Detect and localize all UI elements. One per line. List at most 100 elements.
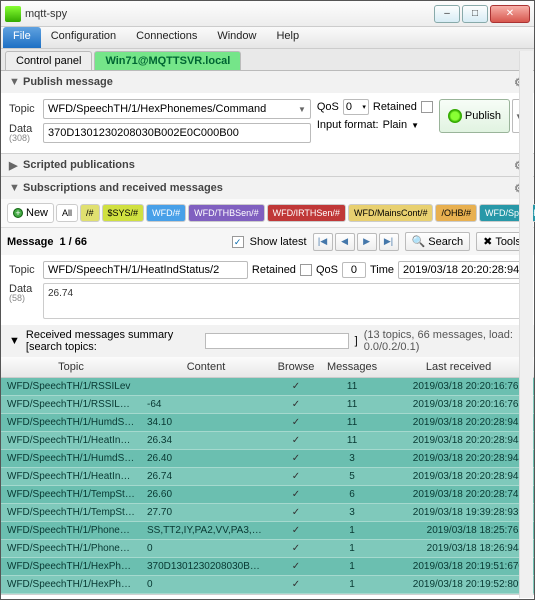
- cell-content: 0: [141, 576, 271, 594]
- qos-select[interactable]: 0▾: [343, 99, 369, 115]
- table-row[interactable]: WFD/SpeechTH/1/HeatIndStat...26.74✓52019…: [1, 468, 534, 486]
- cell-browse[interactable]: ✓: [271, 396, 321, 414]
- filter-tab[interactable]: WFD/#: [146, 204, 186, 222]
- chevron-down-icon[interactable]: ▼: [411, 121, 419, 130]
- topic-input[interactable]: WFD/SpeechTH/1/HexPhonemes/Command▼: [43, 99, 311, 119]
- message-bar: Message 1 / 66 ✓ Show latest |◀ ◀ ▶ ▶| 🔍…: [1, 227, 534, 255]
- cell-last: 2019/03/18 20:19:52:809: [383, 576, 534, 594]
- cell-browse[interactable]: ✓: [271, 414, 321, 432]
- publish-title: Publish message: [23, 76, 113, 88]
- table-row[interactable]: WFD/SpeechTH/1/HumdStatus/134.10✓112019/…: [1, 414, 534, 432]
- close-button[interactable]: ✕: [490, 5, 530, 23]
- table-row[interactable]: WFD/SpeechTH/1/HexPhonem...0✓12019/03/18…: [1, 576, 534, 594]
- collapse-icon[interactable]: ▼: [9, 335, 20, 347]
- cell-last: 2019/03/18 19:39:28:939: [383, 504, 534, 522]
- cell-browse[interactable]: ✓: [271, 486, 321, 504]
- prev-button[interactable]: ◀: [335, 233, 355, 251]
- table-row[interactable]: WFD/SpeechTH/1/Phonemes/C...SS,TT2,IY,PA…: [1, 522, 534, 540]
- cell-topic: WFD/SpeechTH/1/RSSILev: [1, 378, 141, 396]
- format-label: Input format:: [317, 119, 379, 131]
- messages-table: Topic Content Browse Messages Last recei…: [1, 357, 534, 594]
- scrollbar[interactable]: [519, 51, 533, 598]
- detail-qos-label: QoS: [316, 264, 338, 276]
- table-row[interactable]: WFD/SpeechTH/1/TempStatus/227.70✓32019/0…: [1, 504, 534, 522]
- search-icon: 🔍: [412, 235, 426, 248]
- filter-tab[interactable]: $SYS/#: [102, 204, 145, 222]
- cell-messages: 5: [321, 468, 383, 486]
- cell-browse[interactable]: ✓: [271, 504, 321, 522]
- cell-messages: 11: [321, 396, 383, 414]
- tab-control-panel[interactable]: Control panel: [5, 51, 92, 70]
- data-label: Data(308): [9, 123, 39, 143]
- table-row[interactable]: WFD/SpeechTH/1/HeatIndStat...26.34✓11201…: [1, 432, 534, 450]
- showlatest-checkbox[interactable]: ✓: [232, 236, 244, 248]
- cell-topic: WFD/SpeechTH/1/HexPhonem...: [1, 558, 141, 576]
- col-topic[interactable]: Topic: [1, 357, 141, 378]
- cell-browse[interactable]: ✓: [271, 450, 321, 468]
- cell-browse[interactable]: ✓: [271, 468, 321, 486]
- cell-browse[interactable]: ✓: [271, 558, 321, 576]
- next-button[interactable]: ▶: [357, 233, 377, 251]
- filter-all[interactable]: All: [56, 204, 78, 222]
- detail-topic-label: Topic: [9, 264, 39, 276]
- cell-messages: 3: [321, 504, 383, 522]
- expand-icon[interactable]: ▶: [9, 159, 19, 172]
- cell-last: 2019/03/18 20:19:51:670: [383, 558, 534, 576]
- cell-content: 27.70: [141, 504, 271, 522]
- retained-checkbox[interactable]: [421, 101, 433, 113]
- subscriptions-section: ▼ Subscriptions and received messages ⚙ …: [1, 177, 534, 595]
- search-button[interactable]: 🔍Search: [405, 232, 471, 251]
- cell-last: 2019/03/18 20:20:28:942: [383, 414, 534, 432]
- detail-retained-label: Retained: [252, 264, 296, 276]
- detail-data-label: Data(58): [9, 283, 39, 319]
- cell-browse[interactable]: ✓: [271, 522, 321, 540]
- menu-window[interactable]: Window: [207, 27, 266, 48]
- menu-configuration[interactable]: Configuration: [41, 27, 126, 48]
- filter-tab[interactable]: WFD/IRTHSen/#: [267, 204, 346, 222]
- data-input[interactable]: [43, 123, 311, 143]
- col-browse[interactable]: Browse: [271, 357, 321, 378]
- cell-browse[interactable]: ✓: [271, 432, 321, 450]
- cell-browse[interactable]: ✓: [271, 540, 321, 558]
- last-button[interactable]: ▶|: [379, 233, 399, 251]
- maximize-button[interactable]: □: [462, 5, 488, 23]
- cell-messages: 1: [321, 540, 383, 558]
- message-detail: Topic Retained QoS 0 Time Data(58) 26.74: [1, 255, 534, 325]
- cell-topic: WFD/SpeechTH/1/HumdStatus/2: [1, 450, 141, 468]
- subscriptions-title: Subscriptions and received messages: [23, 182, 223, 194]
- table-row[interactable]: WFD/SpeechTH/1/RSSILev✓112019/03/18 20:2…: [1, 378, 534, 396]
- table-row[interactable]: WFD/SpeechTH/1/HexPhonem...370D130123020…: [1, 558, 534, 576]
- col-messages[interactable]: Messages: [321, 357, 383, 378]
- table-row[interactable]: WFD/SpeechTH/1/HumdStatus/226.40✓32019/0…: [1, 450, 534, 468]
- filter-tab[interactable]: WFD/MainsCont/#: [348, 204, 434, 222]
- filter-tab[interactable]: WFD/THBSen/#: [188, 204, 265, 222]
- filter-tab[interactable]: /#: [80, 204, 100, 222]
- window-title: mqtt-spy: [25, 8, 434, 20]
- detail-topic[interactable]: [43, 261, 248, 279]
- table-row[interactable]: WFD/SpeechTH/1/TempStatus/126.60✓62019/0…: [1, 486, 534, 504]
- table-row[interactable]: WFD/SpeechTH/1/Phonemes/C...0✓12019/03/1…: [1, 540, 534, 558]
- titlebar: mqtt-spy – □ ✕: [1, 1, 534, 27]
- menu-help[interactable]: Help: [266, 27, 309, 48]
- menu-connections[interactable]: Connections: [126, 27, 207, 48]
- new-filter-button[interactable]: +New: [7, 203, 54, 223]
- menu-file[interactable]: File: [3, 27, 41, 48]
- collapse-icon[interactable]: ▼: [9, 182, 19, 194]
- minimize-button[interactable]: –: [434, 5, 460, 23]
- collapse-icon[interactable]: ▼: [9, 76, 19, 88]
- tab-connection[interactable]: Win71@MQTTSVR.local: [94, 51, 241, 70]
- connection-tabs: Control panel Win71@MQTTSVR.local: [1, 49, 534, 71]
- filter-tab[interactable]: /OHB/#: [435, 204, 477, 222]
- format-value: Plain: [383, 119, 407, 131]
- col-content[interactable]: Content: [141, 357, 271, 378]
- publish-button[interactable]: Publish: [439, 99, 510, 133]
- first-button[interactable]: |◀: [313, 233, 333, 251]
- search-topics-input[interactable]: [205, 333, 349, 349]
- cell-browse[interactable]: ✓: [271, 378, 321, 396]
- cell-content: [141, 378, 271, 396]
- col-last[interactable]: Last received: [383, 357, 534, 378]
- cell-browse[interactable]: ✓: [271, 576, 321, 594]
- detail-time-label: Time: [370, 264, 394, 276]
- table-row[interactable]: WFD/SpeechTH/1/RSSILev/Con...-64✓112019/…: [1, 396, 534, 414]
- detail-data[interactable]: 26.74: [43, 283, 526, 319]
